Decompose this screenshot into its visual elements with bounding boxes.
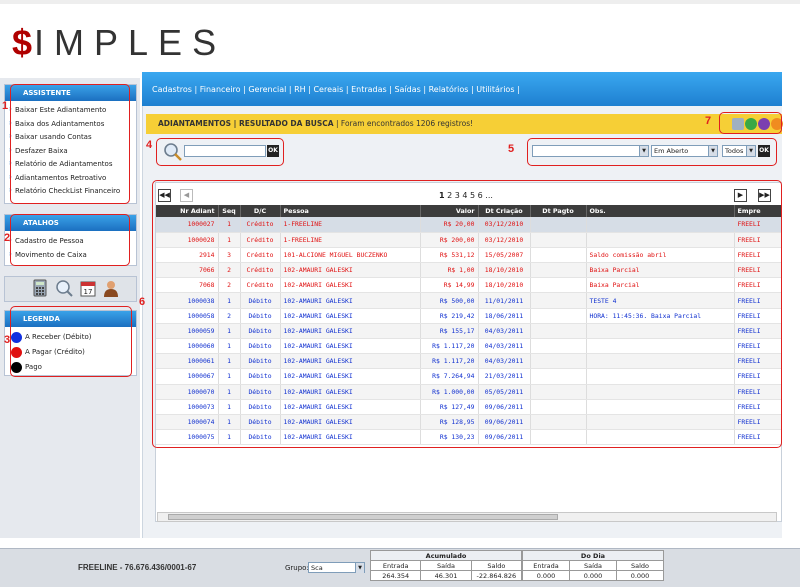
calculator-icon[interactable]: [31, 279, 49, 299]
top-strip: [0, 0, 800, 4]
result-message: | Foram encontrados 1206 registros!: [336, 119, 474, 128]
highlight-box-1: [10, 84, 130, 204]
highlight-box-7: [719, 112, 782, 134]
dodia-entrada: 0.000: [522, 570, 570, 581]
scrollbar-thumb[interactable]: [168, 514, 558, 520]
callout-7: 7: [705, 115, 712, 127]
dodia-table: Do Dia Entrada Saída Saldo 0.000 0.000 0.000: [522, 550, 664, 581]
calendar-icon[interactable]: 17: [79, 279, 97, 299]
highlight-box-6: [152, 180, 782, 448]
callout-4: 4: [146, 139, 153, 151]
horizontal-scrollbar[interactable]: [157, 512, 777, 522]
dodia-saida: 0.000: [569, 570, 617, 581]
callout-6: 6: [139, 296, 146, 308]
callout-5: 5: [508, 143, 515, 155]
grupo-select[interactable]: Sca ▼: [308, 562, 365, 573]
app-logo: $IMPLES: [12, 22, 226, 64]
highlight-box-5: [527, 138, 777, 166]
svg-text:17: 17: [84, 288, 93, 296]
result-titlebar: ADIANTAMENTOS | RESULTADO DA BUSCA | For…: [146, 114, 782, 134]
company-name: FREELINE - 76.676.436/0001-67: [78, 563, 197, 572]
acumulado-title: Acumulado: [370, 550, 522, 561]
acumulado-saida: 46.301: [420, 570, 472, 581]
highlight-box-2: [10, 214, 130, 266]
section-title: ADIANTAMENTOS | RESULTADO DA BUSCA: [158, 119, 334, 128]
dodia-saldo: 0.000: [616, 570, 664, 581]
chevron-down-icon: ▼: [355, 563, 364, 573]
callout-3: 3: [4, 334, 11, 346]
main-menu[interactable]: Cadastros | Financeiro | Gerencial | RH …: [142, 72, 782, 106]
grupo-label: Grupo:: [285, 564, 309, 572]
callout-2: 2: [4, 232, 11, 244]
tools-box: 17: [4, 276, 137, 302]
highlight-box-4: [156, 138, 284, 166]
acumulado-saldo: -22.864.826: [470, 570, 523, 581]
logo-text: IMPLES: [34, 22, 227, 63]
callout-1: 1: [2, 100, 9, 112]
acumulado-table: Acumulado Entrada Saída Saldo 264.354 46.30…: [369, 550, 523, 581]
acumulado-entrada: 264.354: [369, 570, 422, 581]
highlight-box-3: [10, 306, 132, 377]
search-icon[interactable]: [55, 279, 73, 299]
user-icon[interactable]: [102, 279, 120, 299]
logo-dollar: $: [12, 22, 35, 63]
dodia-title: Do Dia: [522, 550, 664, 561]
